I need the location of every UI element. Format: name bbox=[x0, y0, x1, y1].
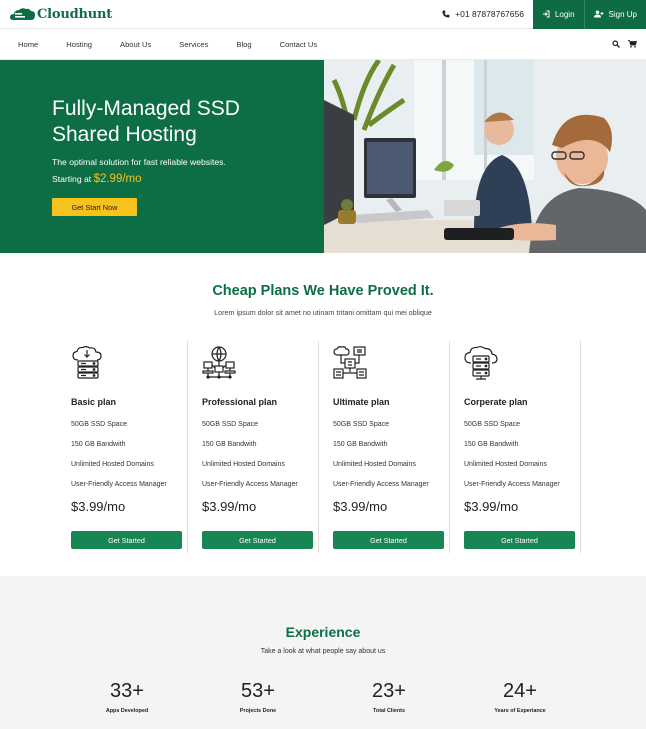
get-started-button[interactable]: Get Started bbox=[202, 531, 313, 549]
nav-services[interactable]: Services bbox=[179, 40, 208, 49]
plan-price: $3.99/mo bbox=[333, 499, 388, 514]
plan-feature: 150 GB Bandwith bbox=[464, 441, 519, 448]
get-started-button[interactable]: Get Started bbox=[71, 531, 182, 549]
hero-price: $2.99/mo bbox=[93, 173, 142, 185]
nav-hosting[interactable]: Hosting bbox=[66, 40, 92, 49]
stat-projects-done: 53+ Projects Done bbox=[203, 680, 313, 714]
cloud-database-icon bbox=[464, 346, 498, 380]
hero-subtitle: The optimal solution for fast reliable w… bbox=[52, 157, 226, 167]
stat-total-clients: 23+ Total Clients bbox=[334, 680, 444, 714]
plan-feature: User-Friendly Access Manager bbox=[71, 481, 167, 488]
plan-feature: 50GB SSD Space bbox=[202, 421, 259, 428]
plan-card-ultimate: Ultimate plan 50GB SSD Space 150 GB Band… bbox=[333, 337, 463, 553]
stat-value: 23+ bbox=[372, 680, 406, 702]
nav-home[interactable]: Home bbox=[18, 40, 38, 49]
plan-feature: Unlimited Hosted Domains bbox=[464, 461, 547, 468]
plan-price: $3.99/mo bbox=[464, 499, 519, 514]
plans-title: Cheap Plans We Have Proved It. bbox=[212, 283, 434, 299]
plan-feature: 150 GB Bandwith bbox=[333, 441, 388, 448]
get-start-now-button[interactable]: Get Start Now bbox=[52, 198, 137, 216]
hero-section: Fully-Managed SSD Shared Hosting The opt… bbox=[0, 60, 646, 253]
plan-feature: 50GB SSD Space bbox=[71, 421, 128, 428]
stat-value: 24+ bbox=[503, 680, 537, 702]
plan-card-basic: Basic plan 50GB SSD Space 150 GB Bandwit… bbox=[71, 337, 201, 553]
cloud-network-icon bbox=[333, 346, 367, 379]
plan-feature: Unlimited Hosted Domains bbox=[202, 461, 285, 468]
plan-price: $3.99/mo bbox=[202, 499, 257, 514]
plan-feature: 50GB SSD Space bbox=[464, 421, 521, 428]
plan-feature: 150 GB Bandwith bbox=[71, 441, 126, 448]
cloud-logo-icon bbox=[10, 8, 35, 20]
stat-label: Total Clients bbox=[373, 708, 405, 714]
get-started-button[interactable]: Get Started bbox=[333, 531, 444, 549]
signup-button[interactable]: Sign Up bbox=[583, 0, 646, 29]
starting-text: Starting at bbox=[52, 174, 92, 184]
plan-name: Corperate plan bbox=[464, 397, 528, 407]
top-bar: Cloudhunt +01 87878767656 Login Sign Up bbox=[0, 0, 646, 29]
plan-feature: 50GB SSD Space bbox=[333, 421, 390, 428]
stat-label: Apps Developed bbox=[105, 708, 149, 714]
plan-name: Ultimate plan bbox=[333, 397, 390, 407]
stat-value: 53+ bbox=[241, 680, 275, 702]
experience-subtitle: Take a look at what people say about us bbox=[260, 648, 386, 655]
login-icon bbox=[542, 10, 550, 18]
stat-label: Years of Experiance bbox=[494, 708, 546, 714]
hero-photo bbox=[324, 60, 646, 253]
stat-years-of-experience: 24+ Years of Experiance bbox=[465, 680, 575, 714]
plan-feature: User-Friendly Access Manager bbox=[333, 481, 429, 488]
hero-starting-at: Starting at $2.99/mo bbox=[52, 173, 302, 185]
nav-blog[interactable]: Blog bbox=[236, 40, 251, 49]
plans-grid: Basic plan 50GB SSD Space 150 GB Bandwit… bbox=[0, 337, 646, 567]
logo[interactable]: Cloudhunt bbox=[0, 0, 112, 29]
phone-icon bbox=[442, 10, 450, 18]
experience-title: Experience bbox=[285, 624, 361, 640]
plans-header: Cheap Plans We Have Proved It. Lorem ips… bbox=[0, 283, 646, 317]
login-label: Login bbox=[554, 9, 575, 19]
plan-name: Basic plan bbox=[71, 397, 117, 407]
brand-name: Cloudhunt bbox=[37, 6, 113, 22]
plans-subtitle: Lorem ipsum dolor sit amet no utinam tri… bbox=[214, 308, 432, 317]
user-plus-icon bbox=[593, 10, 604, 18]
stat-apps-developed: 33+ Apps Developed bbox=[72, 680, 182, 714]
search-icon[interactable] bbox=[612, 40, 620, 48]
get-started-button[interactable]: Get Started bbox=[464, 531, 575, 549]
nav-contact-us[interactable]: Contact Us bbox=[280, 40, 318, 49]
hero-title: Fully-Managed SSD Shared Hosting bbox=[52, 97, 240, 146]
plan-price: $3.99/mo bbox=[71, 499, 126, 514]
plan-name: Professional plan bbox=[202, 397, 278, 407]
phone-number: +01 87878767656 bbox=[455, 9, 524, 19]
phone-contact[interactable]: +01 87878767656 bbox=[442, 9, 524, 19]
plan-feature: User-Friendly Access Manager bbox=[464, 481, 560, 488]
plan-feature: Unlimited Hosted Domains bbox=[333, 461, 416, 468]
plan-card-professional: Professional plan 50GB SSD Space 150 GB … bbox=[202, 337, 332, 553]
experience-section: Experience Take a look at what people sa… bbox=[0, 576, 646, 729]
stat-label: Projects Done bbox=[239, 708, 277, 714]
plan-card-corperate: Corperate plan 50GB SSD Space 150 GB Ban… bbox=[464, 337, 594, 553]
stat-value: 33+ bbox=[110, 680, 144, 702]
globe-network-icon bbox=[202, 346, 236, 379]
plan-feature: Unlimited Hosted Domains bbox=[71, 461, 154, 468]
nav-about-us[interactable]: About Us bbox=[120, 40, 151, 49]
plan-feature: User-Friendly Access Manager bbox=[202, 481, 298, 488]
main-nav: Home Hosting About Us Services Blog Cont… bbox=[0, 29, 646, 60]
cart-icon[interactable] bbox=[628, 40, 637, 48]
plan-feature: 150 GB Bandwith bbox=[202, 441, 257, 448]
login-button[interactable]: Login bbox=[532, 0, 584, 29]
cloud-server-icon bbox=[72, 346, 102, 379]
signup-label: Sign Up bbox=[608, 9, 637, 19]
